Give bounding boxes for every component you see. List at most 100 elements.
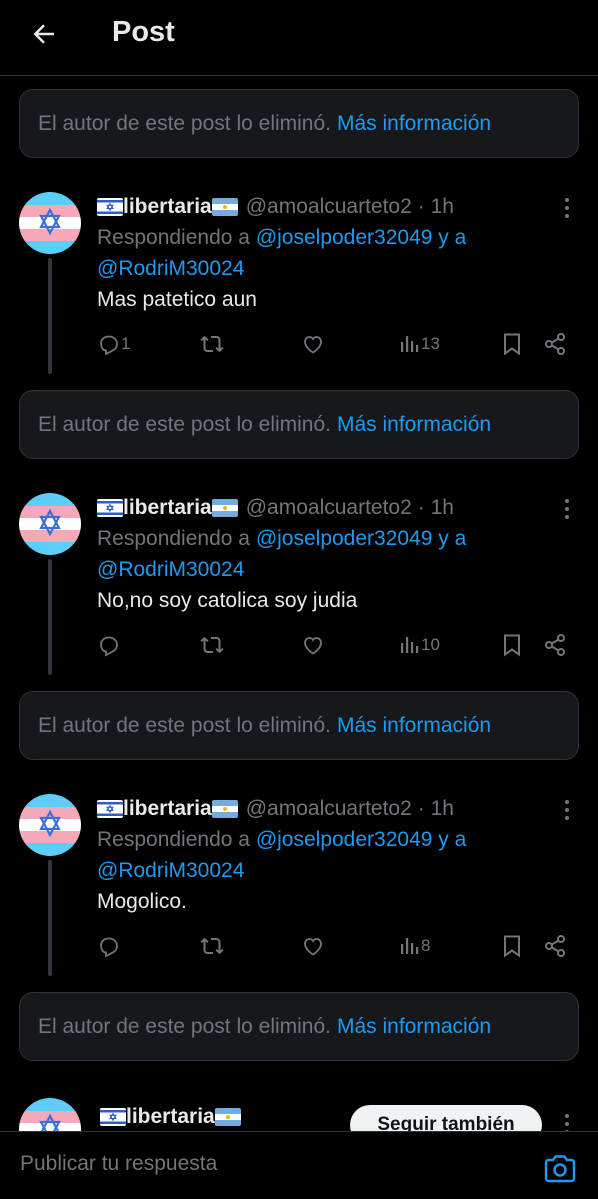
deleted-post-notice: El autor de este post lo eliminó. Más in… [19, 691, 579, 760]
tweet-text: Mas patetico aun [97, 288, 257, 311]
like-button[interactable] [301, 330, 325, 358]
deleted-post-notice: El autor de este post lo eliminó. Más in… [19, 992, 579, 1061]
reply-composer [0, 1131, 598, 1199]
mention-link[interactable]: @joselpoder32049 [256, 226, 433, 249]
argentina-flag-icon [211, 800, 238, 818]
reply-input[interactable] [20, 1152, 520, 1176]
replying-to: Respondiendo a @joselpoder32049 y a @Rod… [97, 523, 567, 585]
reply-button[interactable] [97, 631, 121, 659]
avatar[interactable] [19, 493, 81, 555]
share-button[interactable] [543, 330, 567, 358]
and-text: y a [438, 527, 467, 550]
more-options-icon[interactable] [557, 798, 577, 822]
bookmark-button[interactable] [501, 932, 523, 960]
tweet-actions: 8 [97, 932, 577, 960]
bookmark-icon [504, 935, 520, 958]
tweet[interactable]: libertaria @amoalcuarteto2 · 1h Respondi… [0, 192, 598, 388]
bookmark-button[interactable] [501, 631, 523, 659]
mention-link[interactable]: @joselpoder32049 [256, 527, 433, 550]
top-bar: Post [0, 0, 598, 76]
more-info-link[interactable]: Más información [337, 1015, 491, 1039]
bookmark-button[interactable] [501, 330, 523, 358]
heart-icon [304, 336, 322, 354]
user-handle[interactable]: @amoalcuarteto2 [246, 797, 412, 821]
tweet-header: libertaria @amoalcuarteto2 · 1h [97, 192, 454, 222]
mention-link[interactable]: @RodriM30024 [97, 558, 244, 581]
share-icon [545, 935, 565, 957]
reply-button[interactable] [97, 932, 121, 960]
israel-flag-icon [100, 1108, 126, 1126]
more-options-icon[interactable] [557, 196, 577, 220]
like-button[interactable] [301, 631, 325, 659]
tweet[interactable]: libertaria @amoalcuarteto2 · 1h Respondi… [0, 794, 598, 990]
views-button[interactable]: 13 [399, 330, 440, 358]
deleted-post-notice: El autor de este post lo eliminó. Más in… [19, 89, 579, 158]
thread-line [48, 559, 52, 675]
camera-button[interactable] [543, 1154, 577, 1189]
tweet-text: No,no soy catolica soy judia [97, 589, 358, 612]
mention-link[interactable]: @joselpoder32049 [256, 828, 433, 851]
mention-link[interactable]: @RodriM30024 [97, 859, 244, 882]
share-icon [545, 333, 565, 355]
argentina-flag-icon [211, 198, 238, 216]
camera-icon [544, 1155, 576, 1183]
tweet-header: libertaria @amoalcuarteto2 · 1h [97, 794, 454, 824]
timestamp: · 1h [417, 195, 454, 218]
bookmark-icon [504, 333, 520, 356]
views-icon [401, 938, 419, 954]
display-name[interactable]: libertaria [97, 496, 238, 520]
display-name-text: libertaria [123, 195, 212, 218]
more-info-link[interactable]: Más información [337, 112, 491, 136]
replying-to: Respondiendo a @joselpoder32049 y a @Rod… [97, 222, 567, 284]
timestamp: · 1h [417, 496, 454, 519]
argentina-flag-icon [211, 499, 238, 517]
views-button[interactable]: 10 [399, 631, 440, 659]
avatar[interactable] [19, 794, 81, 856]
and-text: y a [438, 226, 467, 249]
mention-link[interactable]: @RodriM30024 [97, 257, 244, 280]
heart-icon [304, 938, 322, 956]
share-button[interactable] [543, 932, 567, 960]
more-info-link[interactable]: Más información [337, 714, 491, 738]
like-button[interactable] [301, 932, 325, 960]
deleted-post-notice: El autor de este post lo eliminó. Más in… [19, 390, 579, 459]
replying-to-label: Respondiendo a [97, 527, 250, 550]
user-handle[interactable]: @amoalcuarteto2 [246, 195, 412, 219]
replying-to: Respondiendo a @joselpoder32049 y a @Rod… [97, 824, 567, 886]
share-button[interactable] [543, 631, 567, 659]
thread-line [48, 258, 52, 374]
israel-flag-icon [97, 800, 123, 818]
and-text: y a [438, 828, 467, 851]
display-name[interactable]: libertaria [97, 797, 238, 821]
tweet[interactable]: libertaria @amoalcuarteto2 · 1h Respondi… [0, 493, 598, 689]
israel-flag-icon [97, 198, 123, 216]
more-options-icon[interactable] [557, 1112, 577, 1131]
repost-icon [200, 636, 224, 654]
reply-icon [100, 335, 118, 356]
back-button[interactable] [28, 18, 60, 50]
heart-icon [304, 637, 322, 655]
display-name[interactable]: libertaria [100, 1105, 241, 1129]
user-handle[interactable]: @amoalcuarteto2 [246, 496, 412, 520]
display-name[interactable]: libertaria [97, 195, 238, 219]
views-button[interactable]: 8 [399, 932, 430, 960]
view-count: 13 [421, 334, 440, 353]
avatar[interactable] [19, 192, 81, 254]
tweet-text: Mogolico. [97, 890, 187, 913]
repost-button[interactable] [199, 932, 225, 960]
bookmark-icon [504, 634, 520, 657]
replying-to-label: Respondiendo a [97, 226, 250, 249]
repost-button[interactable] [199, 631, 225, 659]
repost-button[interactable] [199, 330, 225, 358]
timestamp: · 1h [417, 797, 454, 820]
deleted-text: El autor de este post lo eliminó. [38, 1014, 331, 1038]
reply-icon [100, 937, 118, 958]
reply-button[interactable]: 1 [97, 330, 130, 358]
deleted-text: El autor de este post lo eliminó. [38, 713, 331, 737]
avatar[interactable] [19, 1098, 81, 1131]
view-count: 10 [421, 635, 440, 654]
thread-line [48, 860, 52, 976]
repost-icon [200, 937, 224, 955]
more-info-link[interactable]: Más información [337, 413, 491, 437]
more-options-icon[interactable] [557, 497, 577, 521]
